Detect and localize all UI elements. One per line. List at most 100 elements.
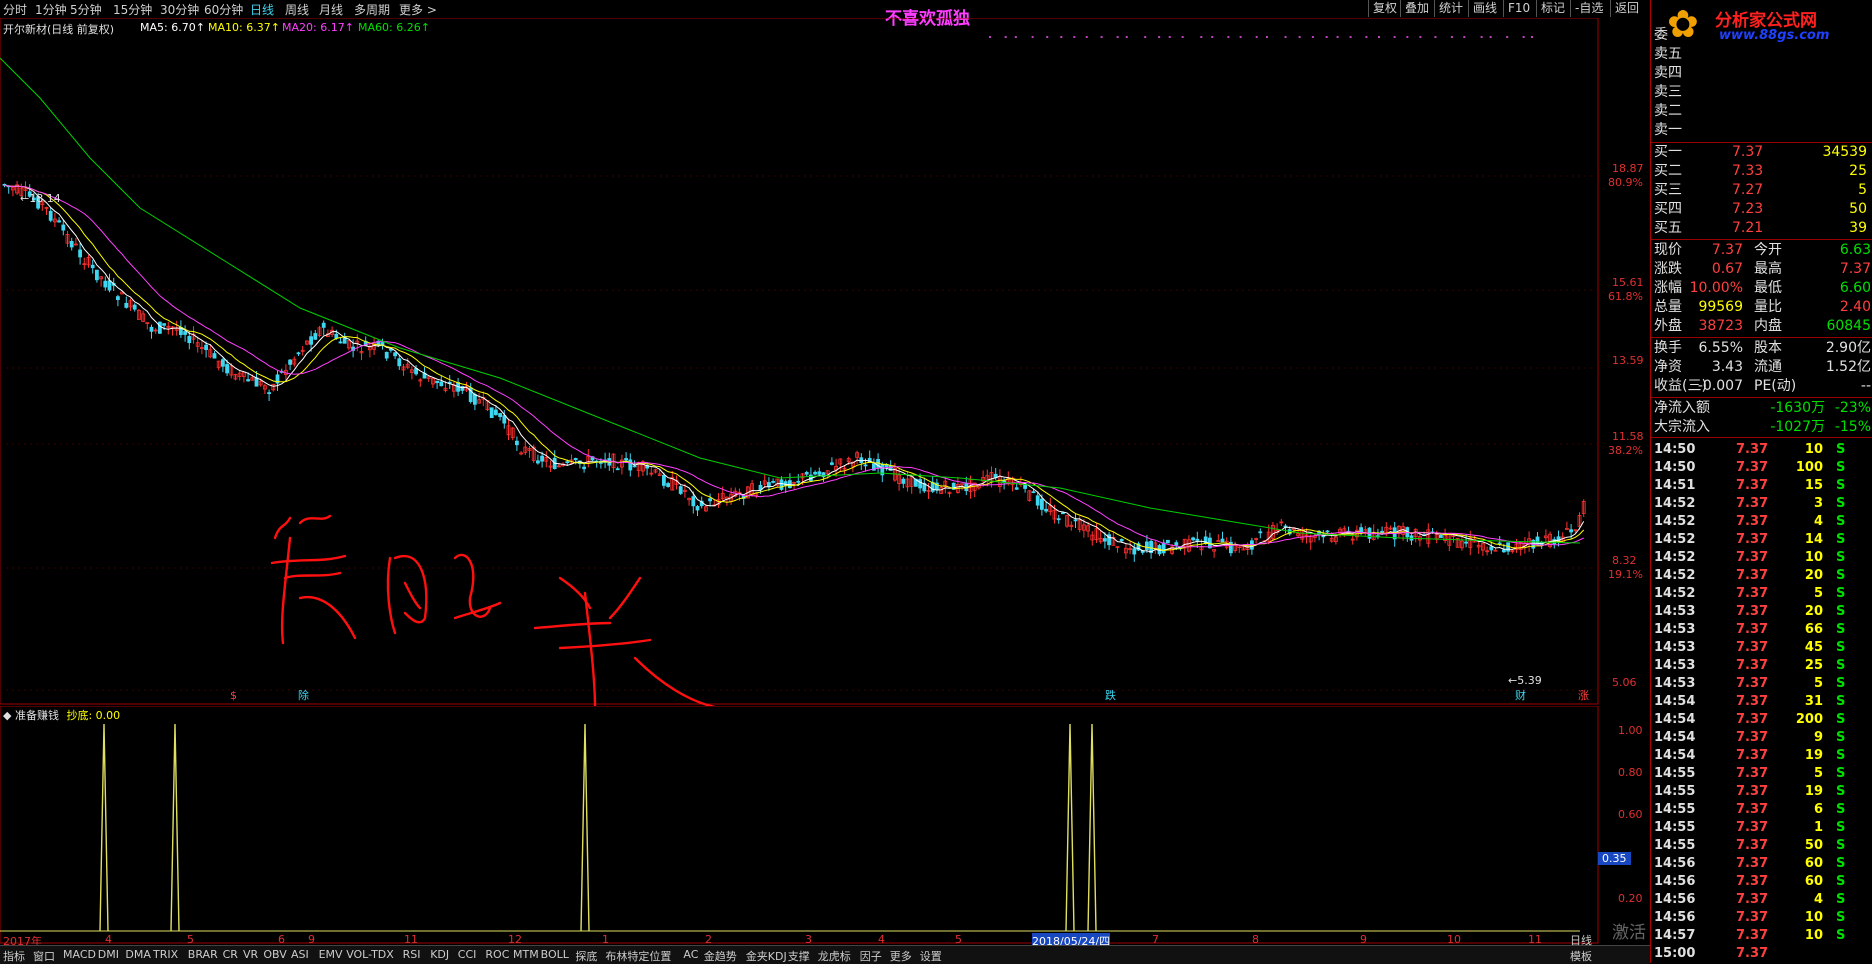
indicator-tab-19[interactable]: 探底 [575, 948, 597, 964]
bottom-right-tab-0[interactable]: 模板 [1570, 948, 1592, 964]
stat-row-1: 涨跌 0.67 最高 7.37 [1654, 260, 1872, 278]
candlestick-chart[interactable]: ←18.14 ←5.39 $ 除 跌 财 涨 [0, 18, 1650, 706]
indicator-tab-23[interactable]: 金夹KDJ [746, 948, 787, 964]
divider [1651, 437, 1872, 438]
tick-row: 14:50 7.37 10 S [1654, 441, 1872, 459]
candle-body [573, 458, 578, 461]
toolbar-button-2[interactable]: 统计 [1434, 0, 1467, 17]
tick-side: S [1836, 496, 1846, 511]
stat-label: 最高 [1754, 261, 1782, 277]
tick-row: 14:56 7.37 60 S [1654, 873, 1872, 891]
bid-label: 买一 [1654, 144, 1682, 160]
indicator-chart[interactable] [0, 706, 1650, 945]
handwriting-stroke-13 [608, 576, 642, 620]
indicator-tab-6[interactable]: BRAR [188, 948, 218, 961]
period-tab-8[interactable]: 月线 [319, 1, 343, 18]
ask-row-4: 卖二 [1654, 102, 1872, 120]
indicator-tab-24[interactable]: 支撑 [788, 948, 810, 964]
indicator-tab-26[interactable]: 因子 [860, 948, 882, 964]
period-tab-3[interactable]: 15分钟 [113, 1, 152, 18]
candle-body [498, 413, 503, 417]
bid-label: 买五 [1654, 220, 1682, 236]
candle-body [107, 280, 112, 291]
stat-value: 60845 [1826, 318, 1871, 334]
candle-body [813, 471, 817, 475]
period-tab-7[interactable]: 周线 [285, 1, 309, 18]
indicator-tab-4[interactable]: DMA [125, 948, 151, 961]
candle-body [1220, 538, 1225, 543]
indicator-tab-20[interactable]: 布林特定位置 [605, 948, 671, 964]
candle-body [1166, 539, 1170, 544]
indicator-tab-25[interactable]: 龙虎标 [818, 948, 851, 964]
ask-row-5: 卖一 [1654, 121, 1872, 139]
stat-row-2: 涨幅 10.00% 最低 6.60 [1654, 279, 1872, 297]
period-tab-0[interactable]: 分时 [3, 1, 27, 18]
indicator-tab-5[interactable]: TRIX [153, 948, 178, 961]
collapse-icon[interactable]: ◆ [3, 709, 15, 722]
indicator-tab-18[interactable]: BOLL [541, 948, 569, 961]
bid-row-0: 买一 7.37 34539 [1654, 143, 1872, 161]
event-dot [1506, 36, 1509, 38]
signal-spike-4 [1087, 723, 1097, 932]
indicator-tab-15[interactable]: CCI [458, 948, 477, 961]
candle-body [162, 323, 167, 326]
indicator-tab-10[interactable]: ASI [291, 948, 309, 961]
indicator-tab-16[interactable]: ROC [485, 948, 509, 961]
bid-volume: 34539 [1822, 144, 1867, 160]
indicator-tab-17[interactable]: MTM [513, 948, 539, 961]
event-dot [1125, 36, 1128, 38]
stat-value: 0.67 [1711, 261, 1743, 277]
indicator-tab-1[interactable]: 窗口 [33, 948, 55, 964]
toolbar-button-1[interactable]: 叠加 [1400, 0, 1433, 17]
ask-label: 卖一 [1654, 122, 1682, 138]
period-tab-9[interactable]: 多周期 [354, 1, 390, 18]
candle-body [1044, 508, 1048, 512]
candle-body [582, 466, 586, 470]
indicator-tab-9[interactable]: OBV [263, 948, 286, 961]
tick-volume: 15 [1804, 478, 1823, 493]
indicator-tab-27[interactable]: 更多 [890, 948, 912, 964]
indicator-tab-13[interactable]: RSI [403, 948, 421, 961]
price-tick-5: 5.06 [1612, 676, 1637, 689]
period-tab-6[interactable]: 日线 [250, 1, 274, 18]
indicator-tab-14[interactable]: KDJ [430, 948, 449, 961]
event-dot [1377, 36, 1380, 38]
toolbar-button-5[interactable]: 标记 [1536, 0, 1569, 17]
indicator-tab-12[interactable]: VOL-TDX [346, 948, 394, 961]
indicator-tab-11[interactable]: EMV [319, 948, 343, 961]
tick-time: 14:56 [1654, 874, 1696, 889]
candle-body [90, 264, 95, 269]
indicator-tab-21[interactable]: AC [683, 948, 698, 961]
candle-body [624, 458, 628, 461]
toolbar-button-0[interactable]: 复权 [1368, 0, 1401, 17]
indicator-tab-22[interactable]: 金趋势 [704, 948, 737, 964]
tick-row: 14:51 7.37 15 S [1654, 477, 1872, 495]
tick-side: S [1836, 892, 1846, 907]
indicator-tab-2[interactable]: MACD [63, 948, 96, 961]
indicator-tab-7[interactable]: CR [223, 948, 238, 961]
candle-body [767, 482, 771, 488]
tick-price: 7.37 [1736, 802, 1769, 817]
indicator-tab-3[interactable]: DMI [98, 948, 119, 961]
tick-row: 14:53 7.37 20 S [1654, 603, 1872, 621]
period-tab-2[interactable]: 5分钟 [70, 1, 102, 18]
stat-label: 内盘 [1754, 318, 1782, 334]
period-tab-1[interactable]: 1分钟 [35, 1, 67, 18]
indicator-tab-28[interactable]: 设置 [920, 948, 942, 964]
period-tab-4[interactable]: 30分钟 [160, 1, 199, 18]
indicator-tab-0[interactable]: 指标 [3, 948, 25, 964]
tick-side: S [1836, 460, 1846, 475]
period-tab-5[interactable]: 60分钟 [204, 1, 243, 18]
toolbar-button-7[interactable]: 返回 [1610, 0, 1643, 17]
event-dot [1265, 36, 1268, 38]
toolbar-button-6[interactable]: -自选 [1570, 0, 1607, 17]
candle-body [132, 304, 137, 310]
stat-value: -- [1860, 378, 1871, 394]
period-tab-10[interactable]: 更多 > [399, 1, 437, 18]
bottom-right-tab-1[interactable]: 日线 [1570, 932, 1592, 948]
toolbar-button-3[interactable]: 画线 [1468, 0, 1501, 17]
tick-side: S [1836, 478, 1846, 493]
candle-body [1174, 542, 1179, 546]
indicator-tab-8[interactable]: VR [243, 948, 258, 961]
toolbar-button-4[interactable]: F10 [1503, 0, 1534, 17]
